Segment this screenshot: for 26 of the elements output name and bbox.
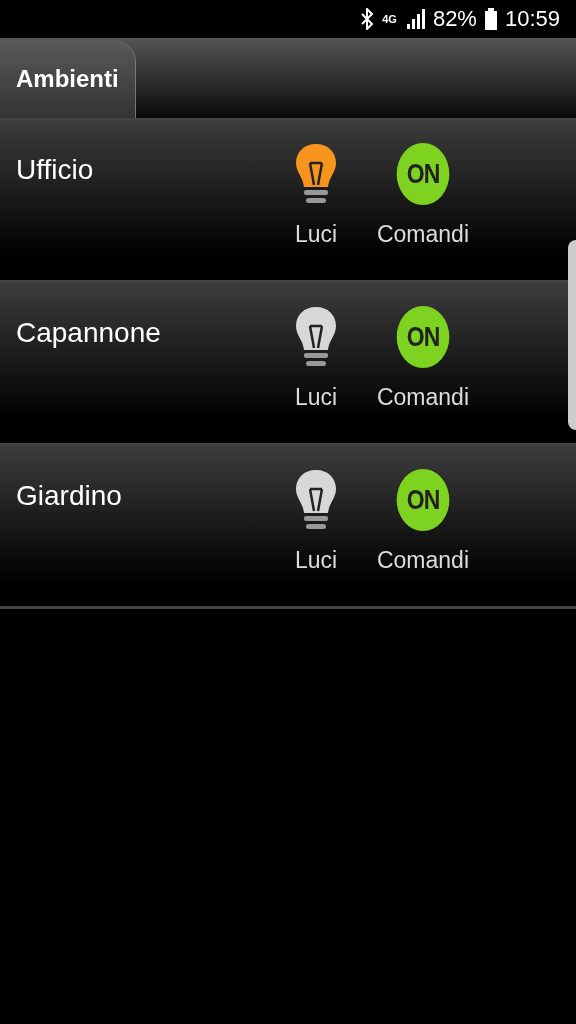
battery-percent: 82%: [432, 6, 477, 32]
lights-label: Luci: [294, 547, 338, 574]
clock-time: 10:59: [504, 6, 560, 32]
bluetooth-icon: [360, 8, 375, 30]
room-row[interactable]: Ufficio Luci ON Comandi: [0, 120, 576, 283]
light-bulb-icon[interactable]: [293, 306, 339, 368]
on-badge[interactable]: ON: [396, 469, 450, 531]
commands-label: Comandi: [376, 221, 469, 248]
room-row[interactable]: Giardino Luci ON Comandi: [0, 446, 576, 609]
room-name: Ufficio: [15, 153, 95, 187]
light-bulb-icon[interactable]: [293, 469, 339, 531]
room-name: Capannone: [15, 316, 162, 350]
on-badge[interactable]: ON: [396, 306, 450, 368]
signal-icon: [404, 9, 425, 29]
commands-label: Comandi: [376, 547, 469, 574]
lights-label: Luci: [294, 221, 338, 248]
room-row[interactable]: Capannone Luci ON Comandi: [0, 283, 576, 446]
lights-label: Luci: [294, 384, 338, 411]
light-bulb-icon[interactable]: [293, 143, 339, 205]
on-badge[interactable]: ON: [396, 143, 450, 205]
battery-icon: [484, 8, 497, 30]
room-name: Giardino: [15, 479, 123, 513]
commands-label: Comandi: [376, 384, 469, 411]
tab[interactable]: Ambienti: [0, 40, 136, 118]
scroll-handle[interactable]: [568, 240, 576, 430]
network-type: 4G: [382, 13, 397, 25]
